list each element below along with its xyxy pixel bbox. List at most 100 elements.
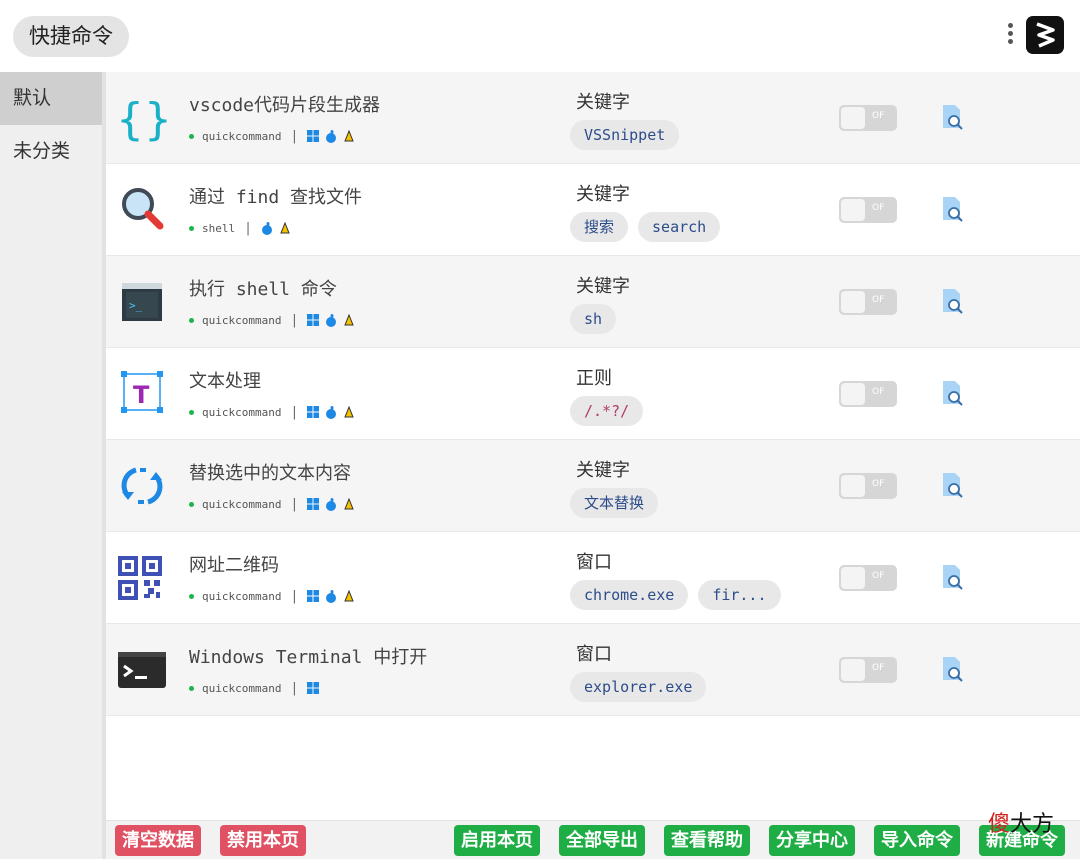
enable-toggle[interactable]: OF [839,105,897,131]
view-command-icon[interactable] [940,196,966,224]
magnifier-icon [114,182,170,238]
keyword-tag[interactable]: 搜索 [570,212,629,242]
command-source: quickcommand [202,590,282,603]
command-name[interactable]: 文本处理 [189,367,261,393]
app-logo-icon[interactable] [1026,16,1064,54]
windows-icon [307,314,320,327]
view-command-icon[interactable] [940,380,966,408]
sidebar-item-uncategorized[interactable]: 未分类 [0,125,102,178]
keyword-tags: VSSnippet [570,120,689,150]
view-command-icon[interactable] [940,472,966,500]
keyword-tags: /.*?/ [570,396,653,426]
command-row[interactable]: >_ 执行 shell 命令 quickcommand | 关键字 sh OF [106,256,1080,348]
apple-icon [325,130,337,143]
sidebar-item-default[interactable]: 默认 [0,72,102,125]
top-bar: 快捷命令 [0,0,1080,72]
view-command-icon[interactable] [940,656,966,684]
status-dot [189,134,194,139]
linux-icon [343,405,355,419]
command-meta: quickcommand | [189,313,361,328]
status-dot [189,410,194,415]
command-name[interactable]: Windows Terminal 中打开 [189,643,427,669]
clear-data-button[interactable]: 清空数据 [115,825,201,856]
replace-arrows-icon [114,458,170,514]
qr-code-icon [114,550,170,606]
command-row[interactable]: 网址二维码 quickcommand | 窗口 chrome.exe fir..… [106,532,1080,624]
keyword-tag[interactable]: 文本替换 [570,488,659,518]
enable-toggle[interactable]: OF [839,657,897,683]
command-name[interactable]: 通过 find 查找文件 [189,183,362,209]
disable-page-button[interactable]: 禁用本页 [220,825,306,856]
command-source: quickcommand [202,498,282,511]
more-options-icon[interactable] [1004,20,1016,52]
enable-toggle[interactable]: OF [839,473,897,499]
command-list: { } vscode代码片段生成器 quickcommand | 关键字 VSS… [106,72,1080,716]
keyword-tags: chrome.exe fir... [570,580,791,610]
svg-text:}: } [144,94,170,145]
apple-icon [325,498,337,511]
command-name[interactable]: 执行 shell 命令 [189,275,337,301]
keyword-tags: 搜索 search [570,212,730,242]
command-name[interactable]: 网址二维码 [189,551,279,577]
keyword-tag[interactable]: sh [570,304,617,334]
apple-icon [325,314,337,327]
status-dot [189,318,194,323]
keyword-label: 关键字 [576,460,630,481]
command-meta: quickcommand | [189,129,361,144]
terminal-prompt-icon [114,642,170,698]
view-command-icon[interactable] [940,104,966,132]
enable-toggle[interactable]: OF [839,289,897,315]
keyword-label: 窗口 [576,644,612,665]
command-meta: quickcommand | [189,681,325,696]
command-row[interactable]: Windows Terminal 中打开 quickcommand | 窗口 e… [106,624,1080,716]
windows-icon [307,130,320,143]
command-name[interactable]: 替换选中的文本内容 [189,459,351,485]
export-all-button[interactable]: 全部导出 [559,825,645,856]
view-command-icon[interactable] [940,564,966,592]
command-row[interactable]: T 文本处理 quickcommand | 正则 /.*?/ OF [106,348,1080,440]
linux-icon [343,313,355,327]
enable-toggle[interactable]: OF [839,381,897,407]
import-command-button[interactable]: 导入命令 [874,825,960,856]
text-box-icon: T [114,366,170,422]
watermark-text: 傻大方 [988,812,1055,837]
keyword-tag[interactable]: explorer.exe [570,672,707,702]
view-command-icon[interactable] [940,288,966,316]
command-source: quickcommand [202,406,282,419]
keyword-tag[interactable]: chrome.exe [570,580,689,610]
command-meta: shell | [189,221,297,236]
view-help-button[interactable]: 查看帮助 [664,825,750,856]
status-dot [189,502,194,507]
linux-icon [343,589,355,603]
keyword-label: 关键字 [576,184,630,205]
command-row[interactable]: 通过 find 查找文件 shell | 关键字 搜索 search OF [106,164,1080,256]
share-center-button[interactable]: 分享中心 [769,825,855,856]
enable-page-button[interactable]: 启用本页 [454,825,540,856]
apple-icon [325,406,337,419]
command-name[interactable]: vscode代码片段生成器 [189,91,380,117]
command-meta: quickcommand | [189,589,361,604]
status-dot [189,686,194,691]
linux-icon [343,129,355,143]
command-source: quickcommand [202,130,282,143]
keyword-tag[interactable]: search [638,212,721,242]
enable-toggle[interactable]: OF [839,197,897,223]
apple-icon [261,222,273,235]
keyword-label: 关键字 [576,276,630,297]
keyword-tag[interactable]: VSSnippet [570,120,680,150]
windows-icon [307,498,320,511]
category-sidebar: 默认 未分类 [0,72,106,859]
keyword-tag[interactable]: fir... [698,580,781,610]
command-row[interactable]: { } vscode代码片段生成器 quickcommand | 关键字 VSS… [106,72,1080,164]
enable-toggle[interactable]: OF [839,565,897,591]
keyword-tag[interactable]: /.*?/ [570,396,644,426]
command-source: shell [202,222,236,235]
command-row[interactable]: 替换选中的文本内容 quickcommand | 关键字 文本替换 OF [106,440,1080,532]
linux-icon [279,221,291,235]
keyword-tags: sh [570,304,626,334]
braces-icon: { } [114,90,172,146]
keyword-tags: explorer.exe [570,672,716,702]
page-title: 快捷命令 [13,16,129,57]
svg-text:>_: >_ [129,299,143,312]
windows-icon [307,682,320,695]
